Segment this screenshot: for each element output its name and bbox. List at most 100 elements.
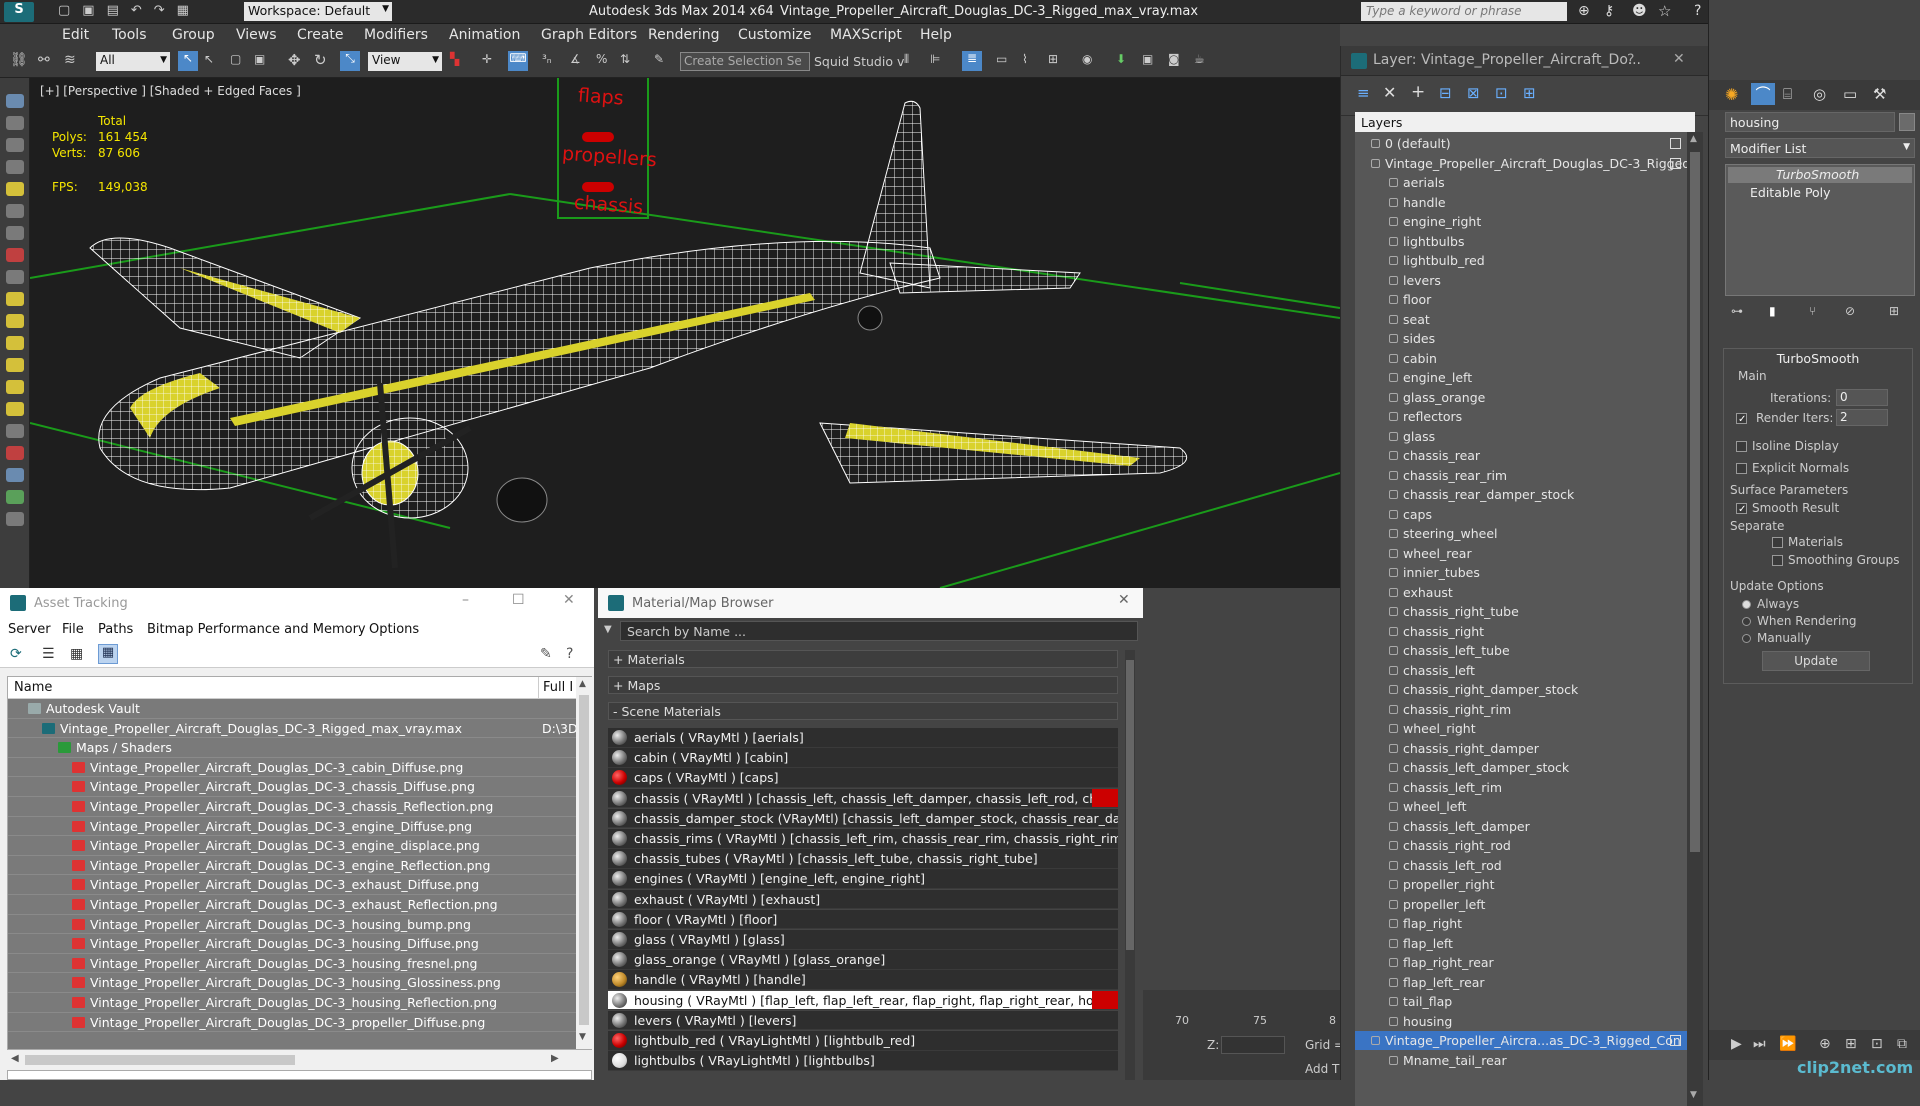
angle-snap-icon[interactable]: ∡	[570, 52, 581, 66]
strip-tool-icon[interactable]	[6, 314, 24, 328]
step-icon[interactable]: ⏭	[1753, 1036, 1766, 1052]
layer-row[interactable]: chassis_left	[1355, 661, 1687, 680]
asset-row-map[interactable]: Vintage_Propeller_Aircraft_Douglas_DC-3_…	[8, 856, 576, 876]
zoom-all-icon[interactable]: ⊞	[1845, 1036, 1857, 1052]
unlink-icon[interactable]: ⚯	[38, 52, 50, 68]
material-row[interactable]: caps ( VRayMtl ) [caps]	[608, 768, 1118, 788]
people-icon[interactable]: ☻	[1632, 3, 1647, 19]
layer-row[interactable]: wheel_left	[1355, 797, 1687, 816]
column-header-full-path[interactable]: Full I	[538, 677, 576, 699]
iterations-spinner[interactable]: 0	[1836, 389, 1888, 406]
layer-row[interactable]: chassis_right_tube	[1355, 602, 1687, 621]
layer-visibility-toggle[interactable]	[1670, 1035, 1681, 1046]
z-coordinate-field[interactable]	[1221, 1036, 1285, 1054]
spinner-snap-icon[interactable]: ⇅	[620, 52, 630, 66]
control-knob-propellers[interactable]	[582, 132, 614, 142]
hscrollbar-thumb[interactable]	[25, 1055, 295, 1065]
scroll-up-icon[interactable]: ▲	[1690, 134, 1697, 144]
layer-row[interactable]: tail_flap	[1355, 992, 1687, 1011]
asset-row-map[interactable]: Vintage_Propeller_Aircraft_Douglas_DC-3_…	[8, 836, 576, 856]
layer-row-root[interactable]: Vintage_Propeller_Aircraft_Douglas_DC-3_…	[1355, 154, 1687, 173]
strip-tool-icon[interactable]	[6, 226, 24, 240]
select-by-name-icon[interactable]: ↖	[204, 52, 214, 66]
material-row[interactable]: levers ( VRayMtl ) [levers]	[608, 1010, 1118, 1031]
configure-modifier-sets-icon[interactable]: ⊞	[1889, 304, 1899, 318]
edit-named-selection-icon[interactable]: ✎	[654, 52, 664, 66]
refresh-icon[interactable]: ⟳	[10, 646, 22, 662]
scroll-down-icon[interactable]: ▼	[1690, 1090, 1697, 1100]
named-selection-input[interactable]: Create Selection Se	[680, 52, 810, 71]
zoom-icon[interactable]: ⊕	[1819, 1036, 1831, 1052]
layer-row[interactable]: engine_right	[1355, 212, 1687, 231]
material-row[interactable]: floor ( VRayMtl ) [floor]	[608, 909, 1118, 930]
modifier-list-dropdown[interactable]: Modifier List ▼	[1725, 138, 1915, 158]
perspective-viewport[interactable]: [+] [Perspective ] [Shaded + Edged Faces…	[30, 78, 1340, 588]
scroll-left-icon[interactable]: ◀	[11, 1053, 19, 1064]
material-row[interactable]: housing ( VRayMtl ) [flap_left, flap_lef…	[608, 990, 1118, 1011]
motion-tab-icon[interactable]: ◎	[1813, 85, 1826, 103]
strip-tool-icon[interactable]	[6, 358, 24, 372]
pivot-icon[interactable]: ▚	[450, 52, 459, 66]
scale-icon[interactable]: ⤡	[340, 51, 360, 71]
add-layer-icon[interactable]: +	[1411, 82, 1425, 102]
scroll-up-icon[interactable]: ▲	[579, 679, 586, 689]
asset-row-map[interactable]: Vintage_Propeller_Aircraft_Douglas_DC-3_…	[8, 1013, 576, 1033]
viewport-label[interactable]: [+] [Perspective ] [Shaded + Edged Faces…	[40, 84, 301, 98]
render-iters-checkbox[interactable]	[1736, 411, 1752, 425]
strip-tool-icon[interactable]	[6, 270, 24, 284]
asset-hscrollbar[interactable]: ◀ ▶	[7, 1052, 567, 1068]
asset-row-maps-folder[interactable]: Maps / Shaders	[8, 738, 576, 758]
layer-row[interactable]: flap_right_rear	[1355, 953, 1687, 972]
smooth-result-checkbox[interactable]: Smooth Result	[1736, 501, 1839, 515]
when-rendering-radio[interactable]: When Rendering	[1742, 614, 1857, 628]
material-row[interactable]: lightbulbs ( VRayLightMtl ) [lightbulbs]	[608, 1051, 1118, 1071]
material-row[interactable]: cabin ( VRayMtl ) [cabin]	[608, 748, 1118, 768]
layer-row[interactable]: flap_left	[1355, 934, 1687, 953]
layer-row[interactable]: chassis_left_damper_stock	[1355, 758, 1687, 777]
hierarchy-tab-icon[interactable]: ⌸	[1783, 85, 1792, 103]
freeze-icon[interactable]: ⊡	[1495, 84, 1508, 102]
strip-tool-icon[interactable]	[6, 248, 24, 262]
rendered-frame-icon[interactable]: ▣	[1142, 52, 1153, 66]
asset-row-map[interactable]: Vintage_Propeller_Aircraft_Douglas_DC-3_…	[8, 777, 576, 797]
menu-modifiers[interactable]: Modifiers	[364, 27, 428, 43]
layer-row[interactable]: steering_wheel	[1355, 524, 1687, 543]
layers-sort-icon[interactable]: ≡	[1357, 84, 1370, 102]
layer-row[interactable]: engine_left	[1355, 368, 1687, 387]
selection-filter-dropdown[interactable]: All ▼	[96, 52, 170, 71]
pin-stack-icon[interactable]: ⊶	[1731, 304, 1743, 318]
material-row[interactable]: glass_orange ( VRayMtl ) [glass_orange]	[608, 950, 1118, 970]
menu-customize[interactable]: Customize	[738, 27, 812, 43]
link-icon[interactable]: ⛓	[10, 52, 28, 68]
control-knob-chassis[interactable]	[582, 182, 614, 192]
layer-row[interactable]: chassis_rear_rim	[1355, 466, 1687, 485]
layer-row-default[interactable]: 0 (default)	[1355, 134, 1687, 153]
scroll-down-icon[interactable]: ▼	[579, 1032, 586, 1042]
materials-checkbox[interactable]: Materials	[1772, 535, 1843, 549]
section-maps[interactable]: + Maps	[608, 676, 1118, 694]
curve-editor-icon[interactable]: ⌇	[1022, 52, 1028, 66]
show-end-result-icon[interactable]: ▮	[1769, 304, 1776, 318]
close-icon[interactable]: ✕	[563, 592, 575, 608]
material-scrollbar[interactable]	[1125, 650, 1135, 1080]
strip-tool-icon[interactable]	[6, 182, 24, 196]
menu-graph-editors[interactable]: Graph Editors	[541, 27, 637, 43]
layer-row[interactable]: flap_right	[1355, 914, 1687, 933]
help-icon[interactable]: ?	[1694, 3, 1701, 19]
menu-bitmap-performance[interactable]: Bitmap Performance and Memory	[147, 622, 366, 637]
layer-row[interactable]: chassis_right_rod	[1355, 836, 1687, 855]
hide-icon[interactable]: ⊞	[1523, 84, 1536, 102]
asset-row-map[interactable]: Vintage_Propeller_Aircraft_Douglas_DC-3_…	[8, 973, 576, 993]
move-icon[interactable]: ✥	[288, 51, 301, 69]
stack-item-editable-poly[interactable]: Editable Poly	[1750, 185, 1831, 200]
table-view-icon[interactable]: ▦	[98, 644, 118, 664]
layer-row[interactable]: chassis_rear	[1355, 446, 1687, 465]
rollout-title[interactable]: TurboSmooth	[1724, 349, 1912, 367]
help-icon[interactable]: ?	[566, 646, 573, 662]
binoculars-icon[interactable]: ⊕	[1578, 3, 1590, 19]
layer-visibility-toggle[interactable]	[1670, 138, 1681, 149]
layer-row[interactable]: chassis_left_rod	[1355, 856, 1687, 875]
asset-row-map[interactable]: Vintage_Propeller_Aircraft_Douglas_DC-3_…	[8, 817, 576, 837]
update-button[interactable]: Update	[1762, 651, 1870, 671]
layer-row[interactable]: propeller_right	[1355, 875, 1687, 894]
